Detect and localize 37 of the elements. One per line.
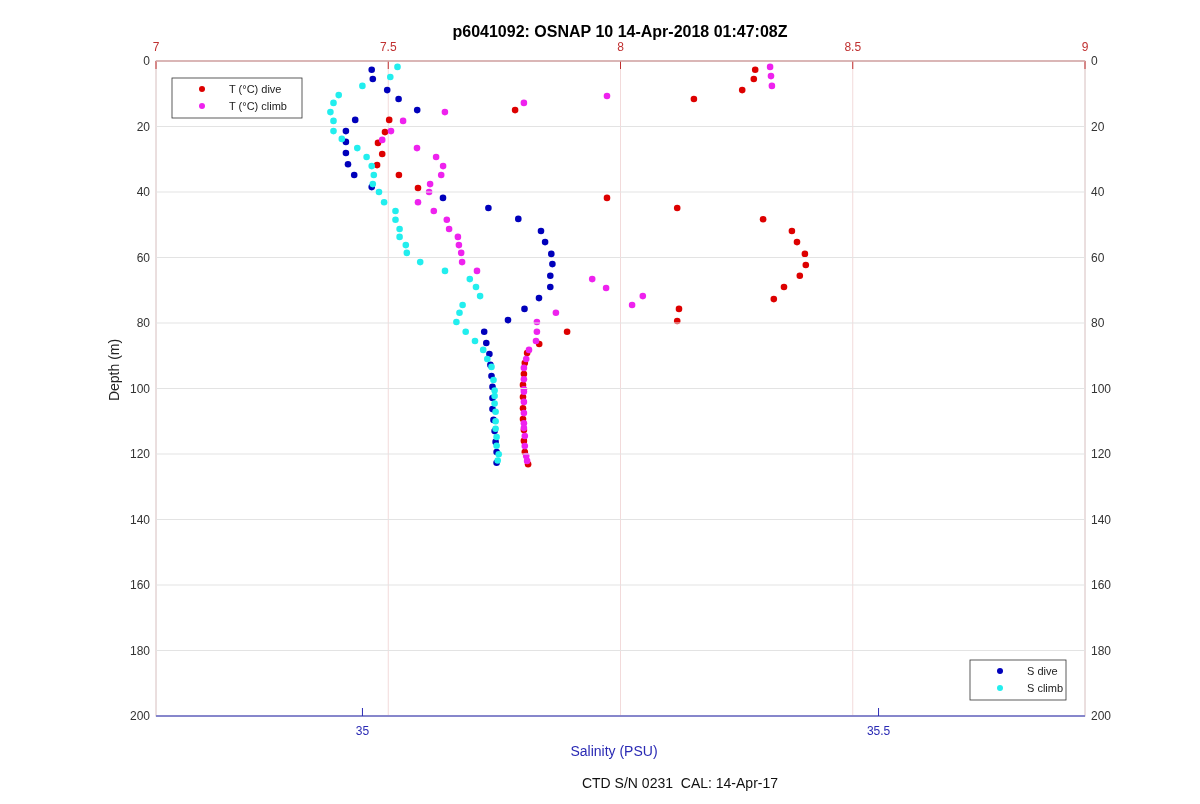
tick-label: 40 <box>1091 185 1105 199</box>
legend-label: T (°C) climb <box>229 100 287 112</box>
footer-text: CTD S/N 0231 CAL: 14-Apr-17 <box>581 775 779 791</box>
tick-label: 60 <box>1091 250 1105 265</box>
tick-label: 120 <box>129 447 150 461</box>
tick-label: 160 <box>129 578 150 592</box>
tick-label: 120 <box>1091 447 1112 461</box>
legend-label: T (°C) dive <box>229 83 282 95</box>
chart-title: p6041092: OSNAP 10 14-Apr-2018 01:47:08Z <box>452 23 788 40</box>
tick-label: 20 <box>1091 119 1105 134</box>
tick-label: 80 <box>136 316 150 330</box>
tick-label: 160 <box>1091 578 1112 592</box>
tick-label: 200 <box>1091 709 1112 723</box>
tick-label: 60 <box>136 250 150 265</box>
tick-label: 7 <box>152 40 160 54</box>
tick-label: 100 <box>129 381 150 396</box>
tick-label: 20 <box>136 119 150 134</box>
legend-label: S dive <box>1027 665 1058 677</box>
tick-label: 200 <box>129 709 150 723</box>
x-axis-label: Salinity (PSU) <box>570 743 658 759</box>
y-axis-label: Depth (m) <box>106 338 122 402</box>
tick-label: 100 <box>1091 381 1112 396</box>
tick-label: 0 <box>143 54 150 68</box>
tick-label: 40 <box>136 185 150 199</box>
tick-label: 140 <box>1091 512 1112 527</box>
tick-label: 8 <box>617 40 624 54</box>
tick-label: 180 <box>129 643 150 658</box>
tick-label: 35.5 <box>866 724 891 738</box>
tick-label: 140 <box>129 512 150 527</box>
legend-label: S climb <box>1027 682 1064 694</box>
tick-label: 35 <box>355 724 370 738</box>
tick-label: 0 <box>1091 54 1098 68</box>
tick-label: 8.5 <box>844 40 862 54</box>
tick-label: 80 <box>1091 316 1105 330</box>
tick-label: 180 <box>1091 643 1112 658</box>
tick-label: 9 <box>1081 40 1089 54</box>
tick-label: 7.5 <box>379 40 397 54</box>
